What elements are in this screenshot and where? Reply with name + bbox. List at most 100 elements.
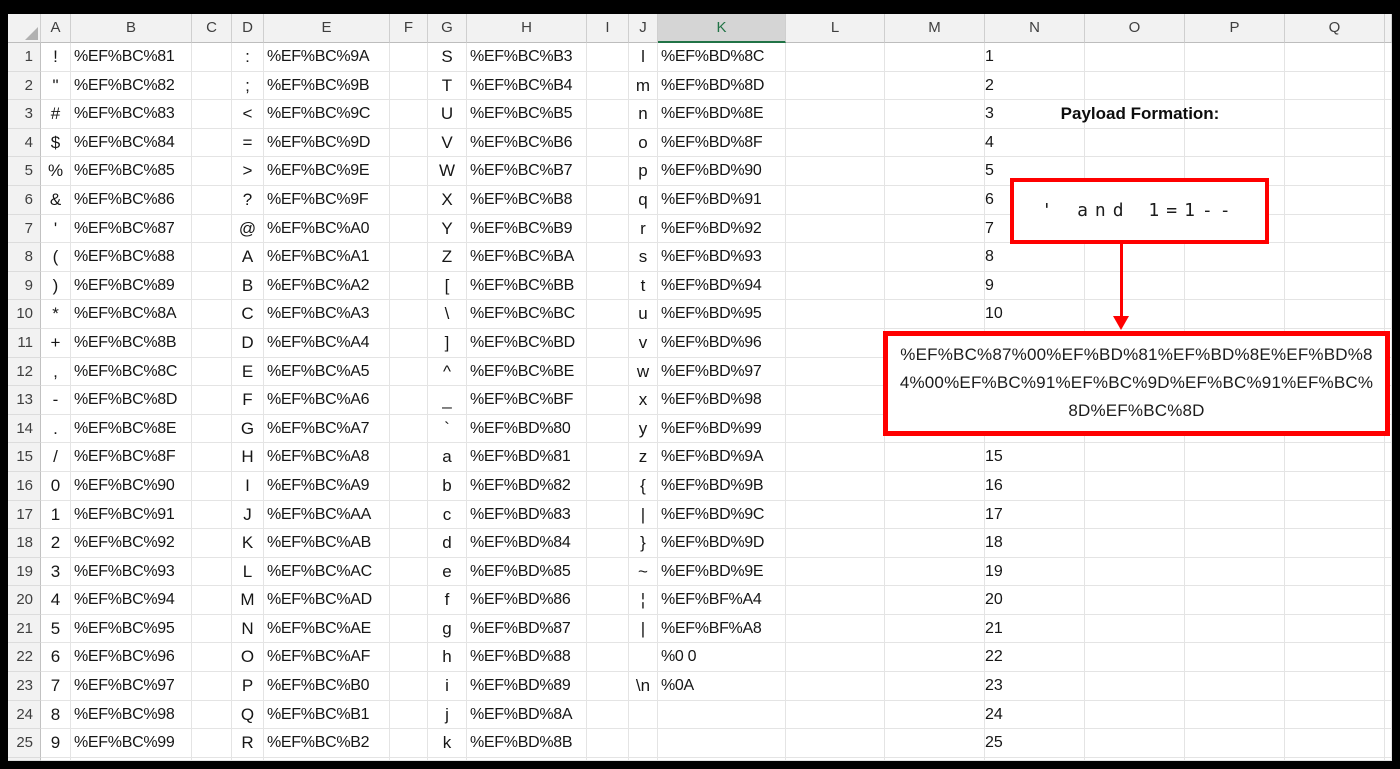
row-header-11[interactable]: 11: [8, 328, 41, 358]
cell-C9[interactable]: [192, 271, 232, 301]
cell-K22[interactable]: %0 0: [658, 643, 786, 673]
cell-E17[interactable]: %EF%BC%AA: [264, 500, 390, 530]
cell-I5[interactable]: [587, 157, 629, 186]
cell-R25[interactable]: [1385, 729, 1392, 758]
row-header-17[interactable]: 17: [8, 500, 41, 530]
cell-M10[interactable]: [885, 300, 985, 329]
cell-P1[interactable]: [1185, 43, 1285, 72]
cell-L25[interactable]: [786, 729, 885, 758]
cell-D6[interactable]: ?: [232, 185, 264, 215]
cell-I22[interactable]: [587, 643, 629, 673]
cell-N21[interactable]: 21: [985, 614, 1085, 644]
cell-L23[interactable]: [786, 672, 885, 701]
cell-J14[interactable]: y: [629, 414, 658, 444]
cell-F17[interactable]: [390, 500, 428, 530]
cell-H14[interactable]: %EF%BD%80: [467, 414, 587, 444]
cell-H9[interactable]: %EF%BC%BB: [467, 271, 587, 301]
cell-D19[interactable]: L: [232, 557, 264, 587]
row-header-2[interactable]: 2: [8, 71, 41, 101]
cell-D3[interactable]: <: [232, 100, 264, 129]
cell-K2[interactable]: %EF%BD%8D: [658, 71, 786, 101]
cell-L10[interactable]: [786, 300, 885, 329]
cell-E24[interactable]: %EF%BC%B1: [264, 700, 390, 730]
cell-F9[interactable]: [390, 271, 428, 301]
cell-G25[interactable]: k: [428, 729, 467, 758]
cell-G11[interactable]: ]: [428, 328, 467, 358]
cell-N2[interactable]: 2: [985, 71, 1085, 101]
cell-B9[interactable]: %EF%BC%89: [71, 271, 192, 301]
column-header-H[interactable]: H: [467, 14, 587, 43]
cell-R7[interactable]: [1385, 214, 1392, 244]
cell-I9[interactable]: [587, 271, 629, 301]
cell-Q16[interactable]: [1285, 471, 1385, 501]
cell-E23[interactable]: %EF%BC%B0: [264, 672, 390, 701]
cell-H12[interactable]: %EF%BC%BE: [467, 357, 587, 387]
cell-G20[interactable]: f: [428, 586, 467, 615]
cell-D13[interactable]: F: [232, 386, 264, 415]
cell-H23[interactable]: %EF%BD%89: [467, 672, 587, 701]
cell-J18[interactable]: }: [629, 529, 658, 558]
cell-C15[interactable]: [192, 443, 232, 472]
cell-I23[interactable]: [587, 672, 629, 701]
cell-G22[interactable]: h: [428, 643, 467, 673]
cell-L13[interactable]: [786, 386, 885, 415]
cell-A21[interactable]: 5: [41, 614, 71, 644]
cell-P21[interactable]: [1185, 614, 1285, 644]
cell-C4[interactable]: [192, 128, 232, 158]
row-header-20[interactable]: 20: [8, 586, 41, 615]
cell-G14[interactable]: `: [428, 414, 467, 444]
cell-H5[interactable]: %EF%BC%B7: [467, 157, 587, 186]
cell-D14[interactable]: G: [232, 414, 264, 444]
cell-P8[interactable]: [1185, 243, 1285, 272]
cell-H17[interactable]: %EF%BD%83: [467, 500, 587, 530]
cell-M2[interactable]: [885, 71, 985, 101]
cell-H6[interactable]: %EF%BC%B8: [467, 185, 587, 215]
cell-C18[interactable]: [192, 529, 232, 558]
cell-O8[interactable]: [1085, 243, 1185, 272]
cell-Q18[interactable]: [1285, 529, 1385, 558]
cell-A16[interactable]: 0: [41, 471, 71, 501]
cell-B15[interactable]: %EF%BC%8F: [71, 443, 192, 472]
cell-Q9[interactable]: [1285, 271, 1385, 301]
cell-M24[interactable]: [885, 700, 985, 730]
cell-B17[interactable]: %EF%BC%91: [71, 500, 192, 530]
cell-L15[interactable]: [786, 443, 885, 472]
cell-I15[interactable]: [587, 443, 629, 472]
cell-F4[interactable]: [390, 128, 428, 158]
column-header-B[interactable]: B: [71, 14, 192, 43]
cell-D23[interactable]: P: [232, 672, 264, 701]
cell-H20[interactable]: %EF%BD%86: [467, 586, 587, 615]
cell-C1[interactable]: [192, 43, 232, 72]
cell-E3[interactable]: %EF%BC%9C: [264, 100, 390, 129]
cell-J6[interactable]: q: [629, 185, 658, 215]
cell-A11[interactable]: +: [41, 328, 71, 358]
cell-O15[interactable]: [1085, 443, 1185, 472]
cell-H4[interactable]: %EF%BC%B6: [467, 128, 587, 158]
cell-G2[interactable]: T: [428, 71, 467, 101]
cell-E14[interactable]: %EF%BC%A7: [264, 414, 390, 444]
cell-J4[interactable]: o: [629, 128, 658, 158]
cell-A14[interactable]: .: [41, 414, 71, 444]
row-header-7[interactable]: 7: [8, 214, 41, 244]
cell-F19[interactable]: [390, 557, 428, 587]
cell-E21[interactable]: %EF%BC%AE: [264, 614, 390, 644]
cell-G10[interactable]: \: [428, 300, 467, 329]
cell-P19[interactable]: [1185, 557, 1285, 587]
cell-P16[interactable]: [1185, 471, 1285, 501]
cell-M5[interactable]: [885, 157, 985, 186]
cell-J10[interactable]: u: [629, 300, 658, 329]
cell-I10[interactable]: [587, 300, 629, 329]
cell-D2[interactable]: ;: [232, 71, 264, 101]
cell-P17[interactable]: [1185, 500, 1285, 530]
cell-L26[interactable]: [786, 757, 885, 761]
column-header-L[interactable]: L: [786, 14, 885, 43]
cell-A19[interactable]: 3: [41, 557, 71, 587]
cell-J23[interactable]: \n: [629, 672, 658, 701]
cell-C19[interactable]: [192, 557, 232, 587]
column-header-F[interactable]: F: [390, 14, 428, 43]
cell-C8[interactable]: [192, 243, 232, 272]
column-header-K[interactable]: K: [658, 14, 786, 43]
cell-B18[interactable]: %EF%BC%92: [71, 529, 192, 558]
cell-A13[interactable]: -: [41, 386, 71, 415]
cell-F15[interactable]: [390, 443, 428, 472]
